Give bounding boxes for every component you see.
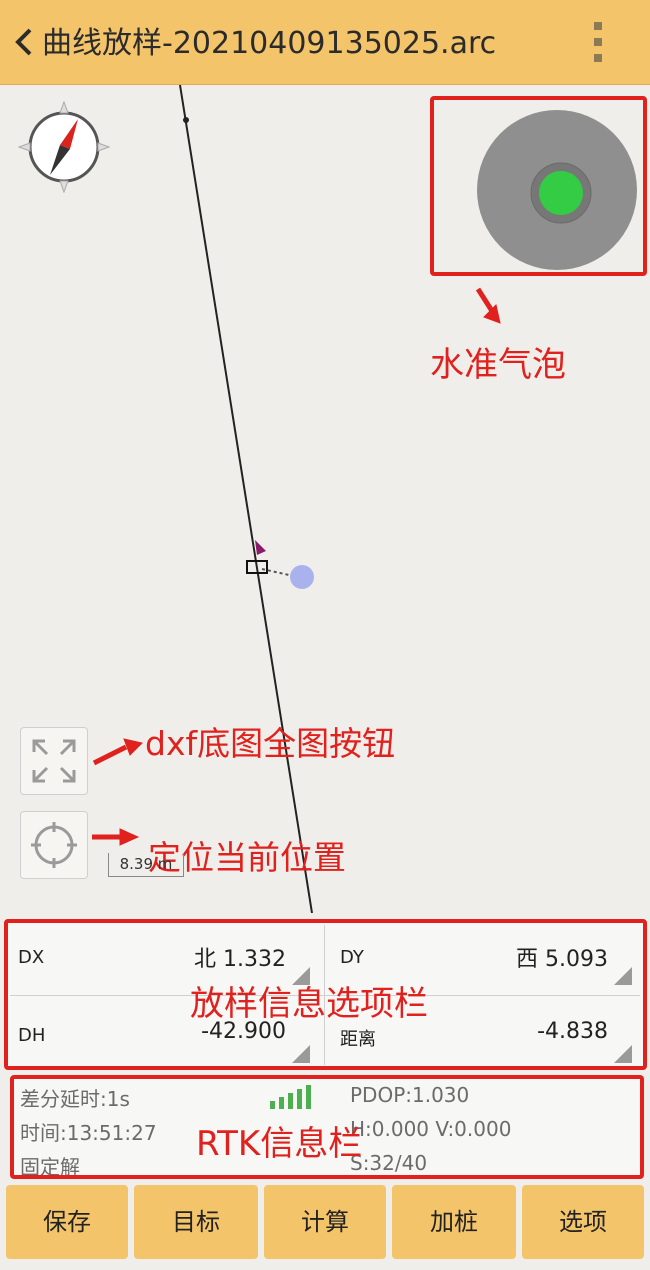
rtk-annotation: RTK信息栏 — [196, 1124, 363, 1164]
more-vertical-icon[interactable] — [588, 20, 608, 64]
expand-arrows-icon — [32, 739, 76, 783]
line-point-marker — [183, 117, 189, 123]
chevron-left-icon[interactable] — [8, 22, 42, 62]
target-button[interactable]: 目标 — [134, 1185, 258, 1259]
options-button[interactable]: 选项 — [522, 1185, 644, 1259]
crosshair-icon — [31, 822, 77, 868]
stakeout-annotation: 放样信息选项栏 — [190, 984, 428, 1024]
calculate-button[interactable]: 计算 — [264, 1185, 386, 1259]
bubble-highlight-box — [430, 96, 647, 276]
full-extent-button[interactable] — [20, 727, 88, 795]
map-canvas[interactable]: 水准气泡 dxf底图全图按钮 定位当前位置 — [0, 85, 650, 913]
add-stake-button[interactable]: 加桩 — [392, 1185, 516, 1259]
stakeout-line — [179, 85, 313, 913]
full-extent-annotation: dxf底图全图按钮 — [145, 724, 396, 763]
compass-icon — [17, 100, 111, 194]
bottom-toolbar: 保存 目标 计算 加桩 选项 — [0, 1181, 650, 1270]
title-bar: 曲线放样-20210409135025.arc — [0, 0, 650, 85]
map-scale: 8.39 m — [108, 853, 184, 877]
locate-button[interactable] — [20, 811, 88, 879]
bubble-annotation: 水准气泡 — [430, 345, 566, 385]
page-title: 曲线放样-20210409135025.arc — [42, 26, 497, 61]
save-button[interactable]: 保存 — [6, 1185, 128, 1259]
